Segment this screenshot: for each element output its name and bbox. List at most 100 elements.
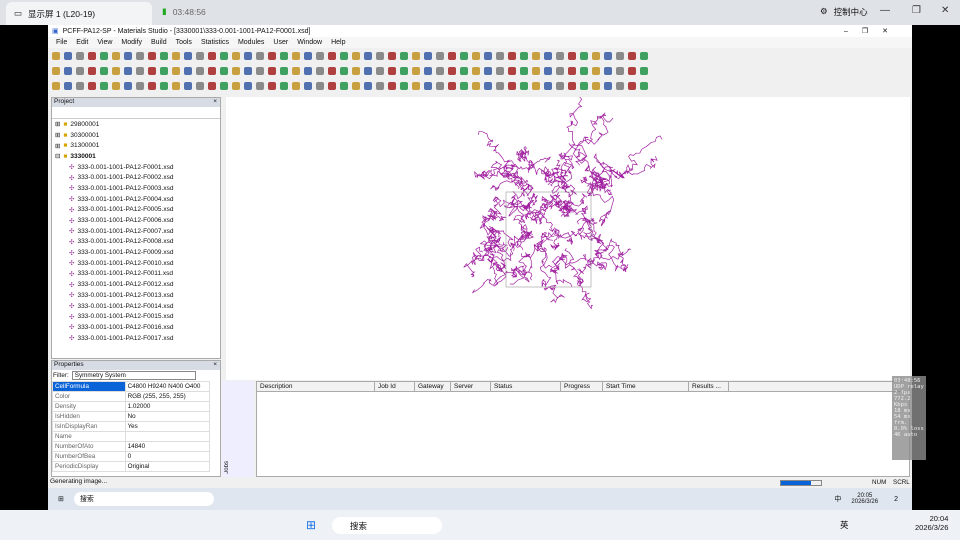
- language-indicator[interactable]: 英: [840, 519, 849, 531]
- toolbar-button[interactable]: [256, 67, 264, 75]
- toolbar-button[interactable]: [544, 52, 552, 60]
- column-header[interactable]: Results ...: [689, 382, 729, 391]
- column-header[interactable]: Description: [257, 382, 375, 391]
- restore-button[interactable]: ❐: [912, 5, 921, 16]
- toolbar-button[interactable]: [544, 82, 552, 90]
- toolbar-button[interactable]: [160, 82, 168, 90]
- toolbar-button[interactable]: [532, 82, 540, 90]
- start-icon[interactable]: ⊞: [306, 518, 316, 532]
- toolbar-button[interactable]: [100, 52, 108, 60]
- toolbar-button[interactable]: [292, 67, 300, 75]
- toolbar-button[interactable]: [52, 52, 60, 60]
- toolbar-button[interactable]: [160, 67, 168, 75]
- file-item[interactable]: ✣ 333-0.001-1001-PA12-F0004.xsd: [55, 194, 220, 205]
- toolbar-button[interactable]: [436, 82, 444, 90]
- toolbar-button[interactable]: [244, 52, 252, 60]
- jobs-tab[interactable]: Jobs: [224, 461, 230, 474]
- toolbar-button[interactable]: [88, 67, 96, 75]
- toolbar-button[interactable]: [592, 82, 600, 90]
- toolbar-button[interactable]: [124, 67, 132, 75]
- column-header[interactable]: Job Id: [375, 382, 415, 391]
- toolbar-button[interactable]: [592, 67, 600, 75]
- property-row[interactable]: NumberOfAto 14840: [52, 441, 211, 452]
- toolbar-button[interactable]: [76, 67, 84, 75]
- toolbar-button[interactable]: [208, 67, 216, 75]
- toolbar-button[interactable]: [604, 82, 612, 90]
- toolbar-button[interactable]: [196, 82, 204, 90]
- host-search[interactable]: 搜索: [332, 517, 442, 534]
- toolbar-button[interactable]: [340, 52, 348, 60]
- toolbar-button[interactable]: [616, 52, 624, 60]
- toolbar-button[interactable]: [592, 52, 600, 60]
- toolbar-button[interactable]: [160, 52, 168, 60]
- file-item[interactable]: ✣ 333-0.001-1001-PA12-F0011.xsd: [55, 269, 220, 280]
- window-controls[interactable]: –❐✕: [844, 27, 902, 35]
- file-item[interactable]: ✣ 333-0.001-1001-PA12-F0013.xsd: [55, 290, 220, 301]
- toolbar-button[interactable]: [280, 67, 288, 75]
- toolbar-button[interactable]: [508, 82, 516, 90]
- property-row[interactable]: NumberOfBea 0: [52, 451, 211, 462]
- toolbar-button[interactable]: [508, 52, 516, 60]
- toolbar-button[interactable]: [580, 82, 588, 90]
- toolbar-button[interactable]: [340, 67, 348, 75]
- toolbar-button[interactable]: [628, 52, 636, 60]
- start-icon[interactable]: ⊞: [58, 495, 64, 503]
- toolbar-button[interactable]: [604, 67, 612, 75]
- toolbar-button[interactable]: [232, 67, 240, 75]
- toolbar-button[interactable]: [124, 52, 132, 60]
- property-row[interactable]: PeriodicDisplay Original: [52, 461, 211, 472]
- file-item[interactable]: ✣ 333-0.001-1001-PA12-F0009.xsd: [55, 247, 220, 258]
- toolbar-button[interactable]: [148, 67, 156, 75]
- toolbar-button[interactable]: [64, 52, 72, 60]
- file-item[interactable]: ✣ 333-0.001-1001-PA12-F0008.xsd: [55, 237, 220, 248]
- file-item[interactable]: ✣ 333-0.001-1001-PA12-F0002.xsd: [55, 172, 220, 183]
- toolbar-button[interactable]: [184, 52, 192, 60]
- toolbar-button[interactable]: [208, 82, 216, 90]
- toolbar-button[interactable]: [484, 52, 492, 60]
- toolbar-button[interactable]: [568, 82, 576, 90]
- toolbar-button[interactable]: [376, 82, 384, 90]
- toolbar-button[interactable]: [376, 52, 384, 60]
- column-header[interactable]: Gateway: [415, 382, 451, 391]
- toolbar-button[interactable]: [208, 52, 216, 60]
- menu-tools[interactable]: Tools: [176, 39, 192, 46]
- toolbar-button[interactable]: [172, 52, 180, 60]
- property-row[interactable]: Density 1.02000: [52, 401, 211, 412]
- toolbar-button[interactable]: [520, 52, 528, 60]
- toolbar-button[interactable]: [376, 67, 384, 75]
- toolbar-button[interactable]: [580, 52, 588, 60]
- toolbar-button[interactable]: [436, 67, 444, 75]
- close-icon[interactable]: ×: [213, 98, 217, 107]
- menu-edit[interactable]: Edit: [76, 39, 88, 46]
- toolbar-button[interactable]: [304, 67, 312, 75]
- 3d-viewer[interactable]: [226, 79, 910, 380]
- toolbar-button[interactable]: [400, 82, 408, 90]
- toolbar-button[interactable]: [580, 67, 588, 75]
- toolbar-button[interactable]: [220, 52, 228, 60]
- toolbar-button[interactable]: [412, 82, 420, 90]
- toolbar-button[interactable]: [124, 82, 132, 90]
- toolbar-button[interactable]: [532, 52, 540, 60]
- toolbar-button[interactable]: [100, 82, 108, 90]
- toolbar-button[interactable]: [196, 52, 204, 60]
- toolbar-button[interactable]: [436, 52, 444, 60]
- toolbar-button[interactable]: [184, 67, 192, 75]
- toolbar-button[interactable]: [316, 82, 324, 90]
- toolbar-button[interactable]: [328, 52, 336, 60]
- close-button[interactable]: ✕: [941, 5, 949, 16]
- filter-select[interactable]: Symmetry System: [71, 371, 196, 380]
- toolbar-button[interactable]: [328, 82, 336, 90]
- property-row[interactable]: Name: [52, 431, 211, 442]
- toolbar-button[interactable]: [148, 52, 156, 60]
- toolbar-button[interactable]: [556, 52, 564, 60]
- menu-view[interactable]: View: [97, 39, 112, 46]
- toolbar-button[interactable]: [76, 52, 84, 60]
- toolbar-button[interactable]: [304, 82, 312, 90]
- toolbar-button[interactable]: [640, 67, 648, 75]
- close-icon[interactable]: ×: [213, 361, 217, 370]
- toolbar-button[interactable]: [640, 82, 648, 90]
- toolbar-button[interactable]: [280, 52, 288, 60]
- toolbar-button[interactable]: [268, 67, 276, 75]
- column-header[interactable]: Status: [491, 382, 561, 391]
- toolbar-button[interactable]: [364, 52, 372, 60]
